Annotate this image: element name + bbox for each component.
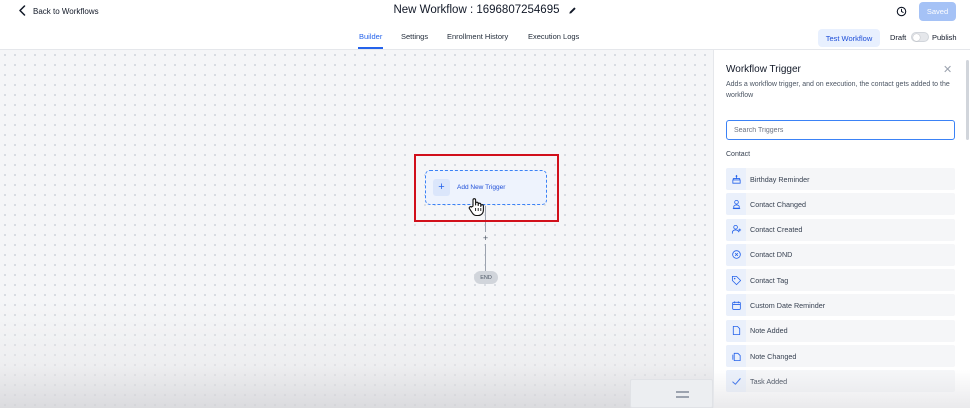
top-header: Back to Workflows New Workflow : 1696807…: [0, 0, 970, 25]
trigger-item-label: Note Changed: [750, 351, 797, 361]
search-triggers-input[interactable]: [726, 120, 955, 140]
toggle-knob: [913, 34, 920, 41]
calendar-icon: [726, 294, 746, 317]
trigger-item-contact-dnd[interactable]: Contact DND: [726, 243, 955, 266]
note-icon: [726, 319, 746, 342]
close-icon[interactable]: ✕: [943, 63, 952, 76]
panel-scrollbar[interactable]: [966, 60, 969, 140]
active-tab-indicator: [358, 47, 383, 49]
test-workflow-button[interactable]: Test Workflow: [818, 29, 880, 47]
trigger-item-note-added[interactable]: Note Added: [726, 319, 955, 342]
trigger-item-contact-created[interactable]: Contact Created: [726, 218, 955, 241]
trigger-item-contact-tag[interactable]: Contact Tag: [726, 269, 955, 292]
trigger-item-label: Note Added: [750, 326, 788, 336]
tab-builder[interactable]: Builder: [359, 32, 382, 41]
publish-label: Publish: [932, 33, 957, 42]
publish-toggle[interactable]: [911, 32, 929, 42]
tab-settings[interactable]: Settings: [401, 32, 428, 41]
draft-label: Draft: [890, 33, 907, 42]
minimap-line: [676, 391, 689, 393]
end-node: END: [474, 271, 498, 284]
panel-title: Workflow Trigger: [726, 64, 801, 75]
check-icon: [726, 370, 746, 393]
trigger-item-label: Contact DND: [750, 250, 793, 260]
saved-button[interactable]: Saved: [919, 2, 956, 21]
tag-icon: [726, 269, 746, 292]
trigger-item-label: Contact Changed: [750, 199, 806, 209]
cake-icon: [726, 168, 746, 190]
trigger-item-label: Contact Tag: [750, 275, 789, 285]
section-label-contact: Contact: [726, 151, 751, 158]
panel-description: Adds a workflow trigger, and on executio…: [726, 81, 950, 99]
contacts-changed-icon: [726, 193, 746, 216]
tab-execution-logs[interactable]: Execution Logs: [528, 32, 579, 41]
workflow-trigger-panel: Workflow Trigger ✕ Adds a workflow trigg…: [713, 50, 970, 408]
canvas-minimap[interactable]: [630, 379, 713, 408]
trigger-item-label: Custom Date Reminder: [750, 300, 826, 310]
workflow-title-wrapper: New Workflow : 1696807254695: [0, 4, 970, 16]
add-step-button[interactable]: +: [479, 232, 492, 244]
minimap-line: [676, 396, 689, 398]
trigger-item-custom-date-reminder[interactable]: Custom Date Reminder: [726, 294, 955, 317]
tab-enrollment-history[interactable]: Enrollment History: [447, 32, 508, 41]
trigger-item-contact-changed[interactable]: Contact Changed: [726, 193, 955, 216]
trigger-item-label: Birthday Reminder: [750, 174, 810, 184]
highlight-box: [414, 154, 559, 222]
trigger-item-note-changed[interactable]: Note Changed: [726, 345, 955, 368]
workflow-canvas[interactable]: [0, 50, 713, 408]
dnd-icon: [726, 243, 746, 266]
workflow-title: New Workflow : 1696807254695: [393, 4, 560, 16]
history-clock-icon[interactable]: [896, 6, 907, 17]
trigger-item-label: Task Added: [750, 376, 788, 386]
hand-pointer-icon: [468, 198, 484, 217]
note-changed-icon: [726, 345, 746, 368]
trigger-item-label: Contact Created: [750, 225, 803, 235]
trigger-list: Birthday Reminder Contact Changed Contac…: [726, 168, 955, 396]
pencil-icon[interactable]: [568, 6, 577, 15]
trigger-item-task-added[interactable]: Task Added: [726, 370, 955, 393]
user-add-icon: [726, 218, 746, 241]
trigger-item-birthday-reminder[interactable]: Birthday Reminder: [726, 168, 955, 190]
